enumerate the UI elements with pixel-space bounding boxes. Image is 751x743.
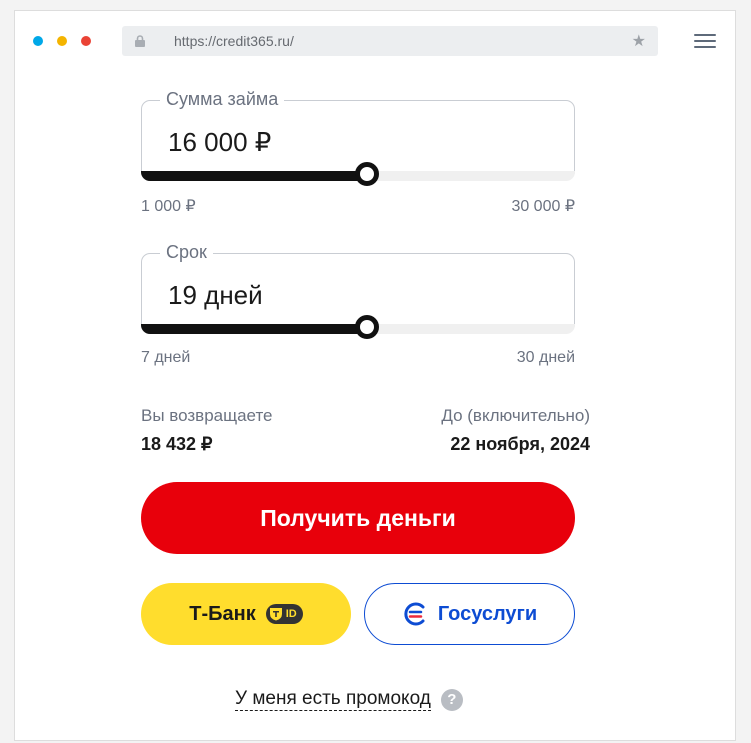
loan-amount-max: 30 000 ₽: [511, 198, 575, 215]
loan-amount-slider-handle[interactable]: [354, 162, 379, 186]
loan-amount-label: Сумма займа: [160, 89, 285, 110]
address-bar[interactable]: https://credit365.ru/ ★: [122, 26, 658, 56]
loan-amount-min: 1 000 ₽: [141, 198, 196, 215]
gosuslugi-login-button[interactable]: Госуслуги: [364, 583, 575, 645]
close-dot[interactable]: [33, 36, 43, 46]
star-icon[interactable]: ★: [632, 31, 646, 51]
maximize-dot[interactable]: [81, 36, 91, 46]
tbank-id-text: ID: [285, 608, 297, 620]
gosuslugi-logo-icon: [404, 602, 425, 626]
loan-term-min: 7 дней: [141, 349, 191, 366]
loan-term-label: Срок: [160, 242, 213, 263]
promo-code-row: У меня есть промокод ?: [235, 688, 463, 711]
tbank-shield-icon: [269, 608, 282, 621]
tbank-login-button[interactable]: Т-Банк ID: [141, 583, 351, 645]
minimize-dot[interactable]: [57, 36, 67, 46]
gosuslugi-label: Госуслуги: [437, 602, 538, 625]
due-date-value: 22 ноября, 2024: [450, 434, 590, 454]
loan-amount-slider[interactable]: [141, 162, 575, 186]
help-icon[interactable]: ?: [440, 688, 463, 711]
promo-code-link[interactable]: У меня есть промокод: [235, 688, 431, 711]
loan-term-slider-fill: [141, 324, 367, 334]
loan-term-value: 19 дней: [168, 280, 263, 310]
due-date-label: До (включительно): [441, 406, 590, 425]
loan-amount-value: 16 000 ₽: [168, 127, 272, 157]
loan-amount-field[interactable]: Сумма займа 16 000 ₽: [141, 89, 575, 186]
return-amount: 18 432 ₽: [141, 434, 213, 454]
tbank-label: Т-Банк: [189, 602, 256, 625]
loan-term-max: 30 дней: [516, 349, 575, 366]
get-money-button[interactable]: Получить деньги: [141, 482, 575, 554]
loan-term-slider-handle[interactable]: [354, 315, 379, 339]
loan-term-field[interactable]: Срок 19 дней: [141, 242, 575, 339]
loan-amount-slider-fill: [141, 171, 367, 181]
hamburger-menu-icon[interactable]: [694, 34, 716, 48]
window-controls: [33, 36, 91, 46]
url-text: https://credit365.ru/: [174, 33, 294, 49]
tbank-id-badge: ID: [265, 604, 303, 624]
return-label: Вы возвращаете: [141, 406, 273, 425]
loan-term-slider[interactable]: [141, 315, 575, 339]
lock-icon: [135, 35, 145, 47]
